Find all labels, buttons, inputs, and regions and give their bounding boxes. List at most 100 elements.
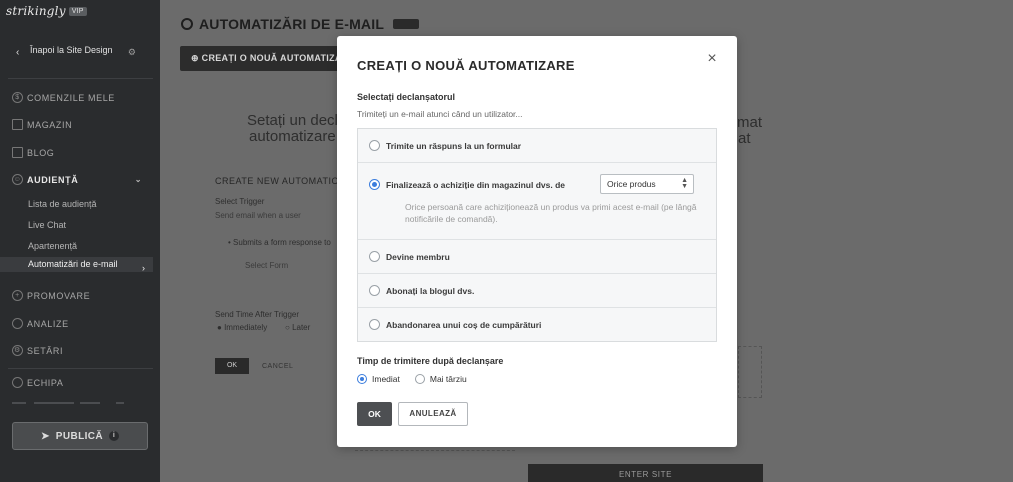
analytics-icon [12, 318, 23, 329]
trigger-option-form-response[interactable]: Trimite un răspuns la un formular [358, 129, 716, 163]
strikingly-logo[interactable]: strikingly VIP [6, 4, 87, 18]
sidebar-divider [8, 78, 153, 79]
sidebar-item-label: AUDIENȚĂ [27, 174, 79, 185]
bg-select-trigger: Select Trigger [215, 197, 265, 206]
cancel-button[interactable]: ANULEAZĂ [398, 402, 468, 426]
sidebar-item-label: MAGAZIN [27, 119, 73, 130]
option-label: Finalizează o achiziție din magazinul dv… [386, 180, 566, 190]
promo-text-right1: mat [737, 114, 763, 131]
team-icon [12, 377, 23, 388]
radio-store-purchase[interactable] [369, 179, 380, 190]
back-label: Înapoi la Site Design [30, 45, 113, 55]
timing-option-label[interactable]: Mai târziu [430, 374, 467, 384]
radio-later[interactable] [414, 374, 425, 384]
sidebar-item-settings[interactable]: ⚙ SETĂRI [12, 345, 152, 356]
bg-later-text: Later [292, 323, 311, 332]
sidebar-item-promote[interactable]: + PROMOVARE [12, 290, 152, 301]
sidebar-item-team[interactable]: ECHIPA [12, 377, 152, 388]
select-arrows-icon: ▲ ▼ [681, 177, 688, 190]
settings-small-icon[interactable]: ⚙ [128, 47, 136, 57]
create-automation-modal: CREAȚI O NOUĂ AUTOMATIZARE × Selectați d… [337, 36, 737, 447]
radio-become-member[interactable] [369, 251, 380, 262]
sidebar-item-analytics[interactable]: ANALIZE [12, 318, 152, 329]
option-label: Abonați la blogul dvs. [386, 286, 475, 296]
page-title-text: AUTOMATIZĂRI DE E-MAIL [199, 16, 385, 32]
sidebar-item-label: PROMOVARE [27, 290, 91, 301]
sidebar-item-store[interactable]: MAGAZIN [12, 119, 152, 130]
option-label: Abandonarea unui coș de cumpărături [386, 320, 542, 330]
sidebar-item-label: COMENZILE MELE [27, 92, 115, 103]
bg-immediately: ● Immediately [217, 323, 268, 332]
blurred-sidebar-row [12, 400, 127, 406]
timing-options: Imediat Mai târziu [357, 374, 467, 384]
blog-icon [12, 147, 23, 158]
product-select-value: Orice produs [607, 179, 656, 189]
sidebar-subitem-label: Automatizări de e-mail [28, 259, 118, 269]
chevron-left-icon: ‹ [16, 47, 20, 58]
logo-text: strikingly [6, 4, 66, 18]
promo-text-right2: at [738, 130, 751, 147]
sidebar-item-blog[interactable]: BLOG [12, 147, 152, 158]
info-icon: i [109, 431, 120, 441]
sidebar-subitem-membership[interactable]: Apartenență [28, 241, 77, 251]
trigger-option-blog-subscribe[interactable]: Abonați la blogul dvs. [358, 274, 716, 308]
dotted-placeholder [738, 346, 762, 398]
trigger-option-store-purchase[interactable]: Finalizează o achiziție din magazinul dv… [358, 163, 716, 240]
chevron-down-icon: ⌄ [134, 175, 142, 184]
sidebar: strikingly VIP ‹ Înapoi la Site Design ⚙ … [0, 0, 160, 482]
promo-text-line1: Setați un decl [247, 112, 338, 129]
orders-icon: $ [12, 92, 23, 103]
close-icon[interactable]: × [705, 51, 719, 67]
option-label: Trimite un răspuns la un formular [386, 141, 522, 151]
radio-form-response[interactable] [369, 140, 380, 151]
trigger-option-abandoned-cart[interactable]: Abandonarea unui coș de cumpărături [358, 308, 716, 342]
audience-icon: ☺ [12, 174, 23, 185]
trigger-subtext: Trimiteți un e-mail atunci când un utili… [357, 109, 523, 119]
title-badge [393, 19, 420, 29]
bg-send-time: Send Time After Trigger [215, 310, 300, 319]
radio-abandoned-cart[interactable] [369, 319, 380, 330]
sidebar-divider [8, 368, 153, 369]
timing-option-label[interactable]: Imediat [372, 374, 400, 384]
sidebar-item-label: ECHIPA [27, 377, 64, 388]
enter-site-button: ENTER SITE [528, 464, 763, 482]
sidebar-subitem-live-chat[interactable]: Live Chat [28, 220, 66, 230]
publish-label: PUBLICĂ [55, 430, 104, 442]
trigger-option-become-member[interactable]: Devine membru [358, 240, 716, 274]
option-description: Orice persoană care achiziționează un pr… [405, 202, 697, 224]
sidebar-item-label: BLOG [27, 147, 55, 158]
radio-blog-subscribe[interactable] [369, 285, 380, 296]
sidebar-item-label: ANALIZE [27, 318, 69, 329]
bg-form-heading: CREATE NEW AUTOMATIO [215, 176, 340, 186]
create-automation-label: CREAȚI O NOUĂ AUTOMATIZARE [201, 53, 355, 63]
vip-badge: VIP [68, 7, 87, 16]
dotted-line [355, 450, 515, 451]
bg-cancel-button: CANCEL [262, 363, 294, 370]
bg-send-email-when: Send email when a user [215, 211, 301, 220]
publish-button[interactable]: ➤ PUBLICĂ i [12, 422, 148, 450]
modal-title: CREAȚI O NOUĂ AUTOMATIZARE [357, 58, 575, 73]
back-to-site-design[interactable]: ‹ Înapoi la Site Design ⚙ [16, 45, 136, 58]
timing-label: Timp de trimitere după declanșare [357, 356, 504, 366]
option-label: Devine membru [386, 252, 450, 262]
sidebar-item-label: SETĂRI [27, 345, 64, 356]
bg-immediately-text: Immediately [224, 323, 268, 332]
bg-ok-button: OK [215, 358, 249, 374]
bg-select-form: Select Form [245, 261, 289, 270]
store-icon [12, 119, 23, 130]
settings-icon: ⚙ [12, 345, 23, 356]
sidebar-item-orders[interactable]: $ COMENZILE MELE [12, 92, 152, 103]
promote-icon: + [12, 290, 23, 301]
radio-immediately[interactable] [357, 374, 367, 384]
bg-later: ○ Later [285, 323, 311, 332]
sidebar-item-audience[interactable]: ☺ AUDIENȚĂ ⌄ [12, 174, 152, 185]
trigger-label: Selectați declanșatorul [357, 92, 456, 102]
clock-icon [181, 18, 193, 30]
sidebar-subitem-audience-list[interactable]: Lista de audiență [28, 199, 97, 209]
chevron-right-icon: › [142, 263, 145, 273]
product-select[interactable]: Orice produs ▲ ▼ [600, 174, 694, 194]
ok-button[interactable]: OK [357, 402, 392, 426]
sidebar-subitem-email-automations[interactable]: Automatizări de e-mail › [0, 257, 153, 273]
bg-submits-response-text: Submits a form response to [233, 238, 331, 247]
trigger-options: Trimite un răspuns la un formular Finali… [357, 128, 717, 342]
